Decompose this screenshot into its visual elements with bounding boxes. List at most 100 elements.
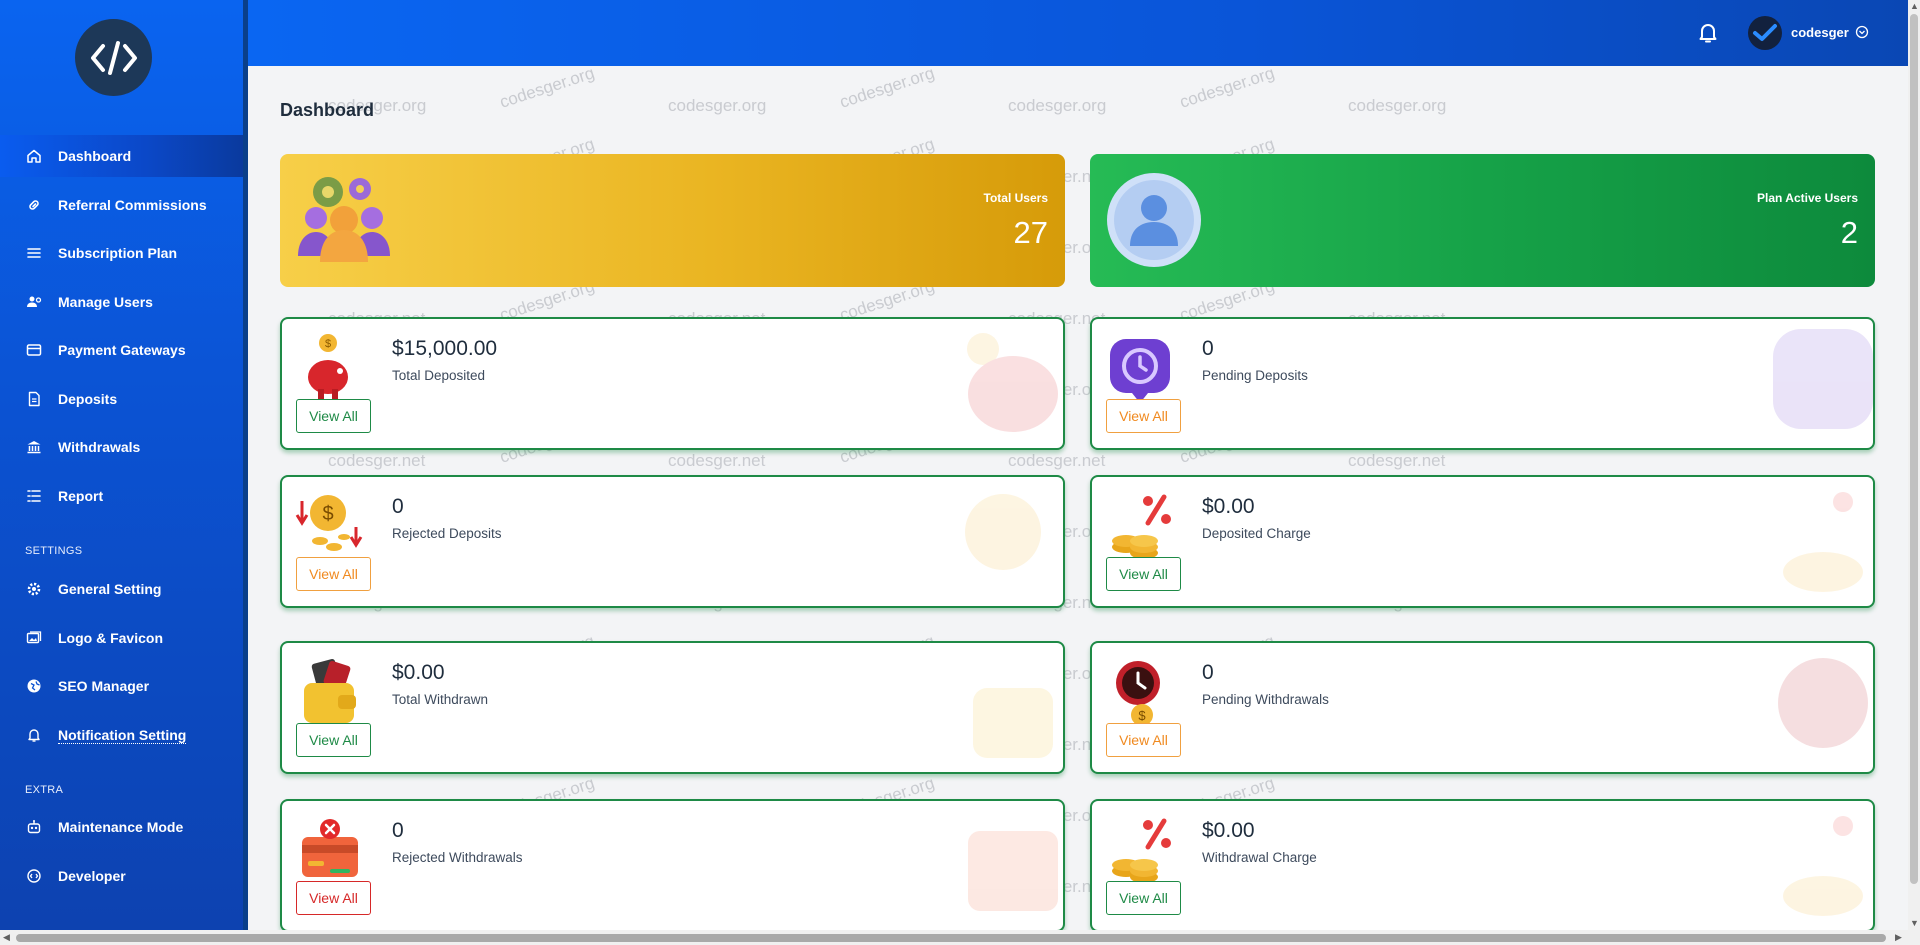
view-all-pending-deposits-button[interactable]: View All: [1106, 399, 1181, 433]
rejected-deposit-coins-icon: $: [295, 495, 363, 551]
admin-dashboard: Dashboard Referral Commissions Subscript…: [0, 0, 1920, 945]
sidebar-item-maintenance-mode[interactable]: Maintenance Mode: [0, 806, 243, 848]
sidebar-item-payment-gateways[interactable]: Payment Gateways: [0, 329, 243, 371]
main-content: codesger.org codesger.org codesger.org code…: [248, 66, 1908, 930]
sidebar-item-label: Dashboard: [58, 148, 132, 164]
username[interactable]: codesger: [1791, 25, 1849, 40]
view-all-deposits-button[interactable]: View All: [296, 399, 371, 433]
withdrawal-charge-label: Withdrawal Charge: [1202, 850, 1317, 865]
view-all-deposited-charge-button[interactable]: View All: [1106, 557, 1181, 591]
report-list-icon: [25, 487, 43, 505]
percent-coins-watermark-icon: [1783, 816, 1863, 916]
avatar[interactable]: [1748, 16, 1782, 50]
withdrawal-charge-value: $0.00: [1202, 819, 1255, 842]
sidebar: Dashboard Referral Commissions Subscript…: [0, 0, 248, 930]
wallet-watermark-icon: [973, 688, 1053, 758]
pending-withdrawals-value: 0: [1202, 661, 1214, 684]
vertical-scroll-thumb[interactable]: [1910, 14, 1918, 884]
watermark-text: codesger.org: [1348, 96, 1447, 115]
watermark-text: codesger.net: [668, 451, 766, 470]
total-deposited-label: Total Deposited: [392, 368, 486, 383]
sidebar-item-notification-setting[interactable]: Notification Setting: [0, 714, 243, 756]
watermark-text: codesger.org: [837, 66, 937, 112]
svg-text:$: $: [1138, 708, 1146, 723]
code-icon: [25, 867, 43, 885]
view-all-withdrawal-charge-button[interactable]: View All: [1106, 881, 1181, 915]
total-deposited-value: $15,000.00: [392, 337, 498, 360]
sidebar-item-label: Deposits: [58, 391, 118, 407]
scroll-right-arrow-icon[interactable]: ▶: [1895, 932, 1902, 943]
sidebar-item-label: Subscription Plan: [58, 245, 178, 261]
sidebar-item-label: Maintenance Mode: [58, 819, 184, 835]
deposited-charge-card: $0.00 Deposited Charge View All: [1090, 475, 1875, 608]
chevron-down-circle-icon[interactable]: [1855, 25, 1869, 39]
deposited-charge-label: Deposited Charge: [1202, 526, 1311, 541]
user-avatar-icon: [1107, 173, 1201, 267]
settings-section-label: SETTINGS: [25, 545, 83, 557]
wallet-icon: [304, 659, 356, 723]
view-all-rejected-deposits-button[interactable]: View All: [296, 557, 371, 591]
clock-coin-watermark-icon: [1778, 658, 1868, 748]
svg-text:$: $: [325, 338, 331, 350]
horizontal-scroll-thumb[interactable]: [16, 934, 1886, 942]
sidebar-item-label: Notification Setting: [58, 726, 187, 744]
rejected-card-watermark-icon: [968, 831, 1058, 911]
credit-card-icon: [25, 341, 43, 359]
pending-withdrawals-card: $ 0 Pending Withdrawals View All: [1090, 641, 1875, 774]
total-users-card: Total Users 27: [280, 154, 1065, 287]
scroll-up-arrow-icon[interactable]: ▲: [1910, 1, 1919, 11]
view-all-rejected-withdrawals-button[interactable]: View All: [296, 881, 371, 915]
sidebar-item-dashboard[interactable]: Dashboard: [0, 135, 243, 177]
sidebar-item-report[interactable]: Report: [0, 475, 243, 517]
sidebar-item-logo-favicon[interactable]: Logo & Favicon: [0, 617, 243, 659]
scroll-left-arrow-icon[interactable]: ◀: [3, 932, 10, 943]
percent-coins-watermark-icon: [1783, 492, 1863, 592]
watermark-text: codesger.net: [328, 451, 426, 470]
plan-active-users-label: Plan Active Users: [1757, 191, 1858, 205]
sidebar-item-seo-manager[interactable]: SEO Manager: [0, 665, 243, 707]
sidebar-item-label: Withdrawals: [58, 439, 141, 455]
watermark-text: codesger.org: [1177, 66, 1277, 112]
rejected-deposits-value: 0: [392, 495, 404, 518]
users-group-icon: [298, 177, 390, 262]
sidebar-item-referral-commissions[interactable]: Referral Commissions: [0, 184, 243, 226]
code-brackets-icon: [90, 40, 137, 75]
bell-icon: [25, 726, 43, 744]
sidebar-item-label: Logo & Favicon: [58, 630, 163, 646]
rejected-deposit-watermark-icon: [965, 494, 1041, 570]
sidebar-item-deposits[interactable]: Deposits: [0, 378, 243, 420]
total-withdrawn-card: $0.00 Total Withdrawn View All: [280, 641, 1065, 774]
pending-deposits-value: 0: [1202, 337, 1214, 360]
rejected-deposits-label: Rejected Deposits: [392, 526, 502, 541]
rejected-withdrawals-label: Rejected Withdrawals: [392, 850, 523, 865]
horizontal-scrollbar[interactable]: ◀ ▶: [0, 930, 1920, 945]
rejected-withdrawals-value: 0: [392, 819, 404, 842]
sidebar-item-label: Manage Users: [58, 294, 153, 310]
piggy-bank-watermark-icon: [967, 333, 1058, 432]
sidebar-item-developer[interactable]: Developer: [0, 855, 243, 897]
notification-bell-icon[interactable]: [1695, 20, 1721, 46]
scroll-down-arrow-icon[interactable]: ▼: [1910, 918, 1919, 928]
withdrawal-charge-card: $0.00 Withdrawal Charge View All: [1090, 799, 1875, 930]
rejected-deposits-card: $ 0 Rejected Deposits View All: [280, 475, 1065, 608]
plan-active-users-card: Plan Active Users 2: [1090, 154, 1875, 287]
rejected-withdrawals-card: 0 Rejected Withdrawals View All: [280, 799, 1065, 930]
sidebar-item-general-setting[interactable]: General Setting: [0, 568, 243, 610]
vertical-scrollbar[interactable]: ▲ ▼: [1908, 0, 1920, 930]
pending-clock-icon: [1110, 339, 1170, 403]
sidebar-item-label: Referral Commissions: [58, 197, 207, 213]
sidebar-item-label: General Setting: [58, 581, 162, 597]
sidebar-item-label: Report: [58, 488, 104, 504]
watermark-text: codesger.org: [668, 96, 767, 115]
view-all-pending-withdrawals-button[interactable]: View All: [1106, 723, 1181, 757]
view-all-withdrawn-button[interactable]: View All: [296, 723, 371, 757]
extra-section-label: EXTRA: [25, 784, 64, 796]
sidebar-item-label: SEO Manager: [58, 678, 150, 694]
sidebar-item-manage-users[interactable]: Manage Users: [0, 281, 243, 323]
document-icon: [25, 390, 43, 408]
pending-withdrawals-label: Pending Withdrawals: [1202, 692, 1329, 707]
sidebar-item-subscription-plan[interactable]: Subscription Plan: [0, 232, 243, 274]
sidebar-item-withdrawals[interactable]: Withdrawals: [0, 426, 243, 468]
images-icon: [25, 629, 43, 647]
brand-logo[interactable]: [75, 19, 152, 96]
